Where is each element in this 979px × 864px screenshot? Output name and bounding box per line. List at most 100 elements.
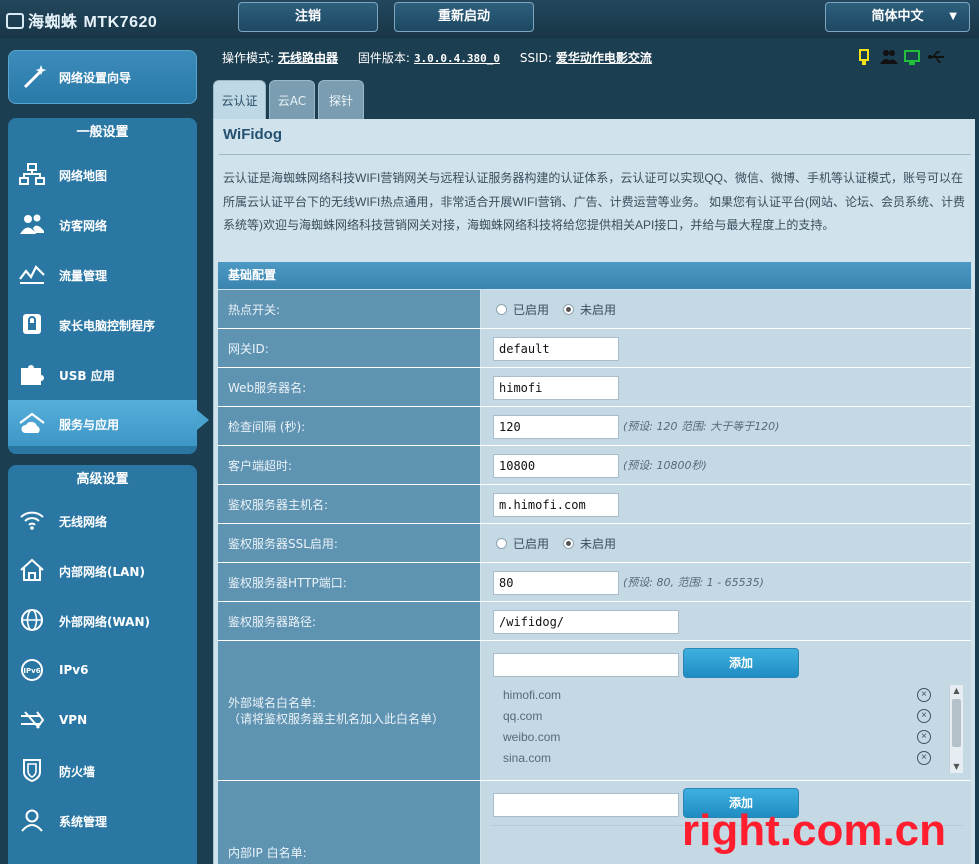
magic-wand-icon xyxy=(21,63,49,91)
puzzle-icon xyxy=(18,362,46,386)
auth-host-label: 鉴权服务器主机名: xyxy=(218,485,480,523)
check-interval-field: 120 (预设: 120 范围: 大于等于120) xyxy=(481,407,971,445)
sidebar-item-services[interactable]: 服务与应用 xyxy=(8,400,209,446)
operation-mode-label: 操作模式: xyxy=(222,51,275,65)
sidebar-item-wan[interactable]: 外部网络(WAN) xyxy=(8,600,197,640)
check-interval-label: 检查间隔 (秒): xyxy=(218,407,480,445)
auth-host-field: m.himofi.com xyxy=(481,485,971,523)
network-map-icon xyxy=(18,162,46,186)
delete-icon[interactable]: × xyxy=(917,730,931,744)
radio-button[interactable] xyxy=(563,303,575,315)
model-name: MTK7620 xyxy=(83,14,158,31)
ip-whitelist-label: 内部IP 白名单: xyxy=(218,781,480,864)
option-label: 已启用 xyxy=(513,536,550,551)
domain-whitelist-field: 添加 himofi.com × qq.com × weibo.com × sina.c… xyxy=(481,641,971,780)
radio-button[interactable] xyxy=(496,537,507,549)
tab-bar: 云认证 云AC 探针 xyxy=(213,80,364,120)
domain-whitelist-input[interactable] xyxy=(493,653,679,677)
domain-entry: qq.com xyxy=(503,709,543,723)
hotspot-row: 热点开关: 已启用 未启用 xyxy=(218,290,971,329)
sidebar-item-traffic-management[interactable]: 流量管理 xyxy=(8,254,197,294)
radio-button[interactable] xyxy=(496,303,507,315)
scroll-thumb[interactable] xyxy=(952,699,961,747)
sidebar-item-parental-control[interactable]: 家长电脑控制程序 xyxy=(8,304,197,344)
main-content: WiFidog 云认证是海蜘蛛网络科技WIFI营销网关与远程认证服务器构建的认证… xyxy=(213,119,975,864)
auth-port-input[interactable]: 80 xyxy=(493,571,619,595)
sidebar-item-ipv6[interactable]: IPv6 IPv6 xyxy=(8,650,197,690)
network-setup-wizard-button[interactable]: 网络设置向导 xyxy=(8,50,197,104)
auth-path-field: /wifidog/ xyxy=(481,602,971,640)
auth-ssl-enabled-option[interactable]: 已启用 xyxy=(496,535,549,552)
client-timeout-input[interactable]: 10800 xyxy=(493,454,619,478)
domain-entry: himofi.com xyxy=(503,688,562,702)
tab-cloud-auth[interactable]: 云认证 xyxy=(213,80,266,120)
auth-port-hint: (预设: 80, 范围: 1 - 65535) xyxy=(623,576,764,589)
ssid-link[interactable]: 爱华动作电影交流 xyxy=(556,51,652,65)
option-label: 已启用 xyxy=(513,302,550,317)
general-settings-title: 一般设置 xyxy=(76,125,129,140)
firmware-label: 固件版本: xyxy=(357,51,410,65)
scroll-up-icon[interactable]: ▲ xyxy=(950,685,963,697)
radio-button[interactable] xyxy=(563,537,575,549)
scroll-down-icon[interactable]: ▼ xyxy=(950,761,963,773)
security-status-icon[interactable] xyxy=(856,48,872,66)
brand-mark-icon xyxy=(6,13,24,29)
gateway-id-input[interactable]: default xyxy=(493,337,619,361)
parental-lock-icon xyxy=(18,312,46,336)
sidebar-item-vpn[interactable]: VPN xyxy=(8,700,197,740)
option-label: 未启用 xyxy=(580,302,617,317)
web-server-name-field: himofi xyxy=(481,368,971,406)
delete-icon[interactable]: × xyxy=(917,709,931,723)
auth-path-row: 鉴权服务器路径: /wifidog/ xyxy=(218,602,971,641)
auth-path-input[interactable]: /wifidog/ xyxy=(493,610,679,634)
sidebar-item-label: VPN xyxy=(59,713,88,727)
delete-icon[interactable]: × xyxy=(917,688,931,702)
hotspot-enabled-option[interactable]: 已启用 xyxy=(496,301,549,318)
section-header: 基础配置 xyxy=(218,262,971,289)
usb-status-icon[interactable] xyxy=(928,48,944,66)
delete-icon[interactable]: × xyxy=(917,751,931,765)
reboot-button[interactable]: 重新启动 xyxy=(394,2,534,32)
sidebar-item-guest-network[interactable]: 访客网络 xyxy=(8,204,197,244)
sidebar-item-usb[interactable]: USB 应用 xyxy=(8,354,197,394)
wizard-label: 网络设置向导 xyxy=(59,71,132,85)
tab-cloud-ac[interactable]: 云AC xyxy=(269,80,315,120)
auth-host-input[interactable]: m.himofi.com xyxy=(493,493,619,517)
tab-probe[interactable]: 探针 xyxy=(318,80,364,120)
sidebar-item-system-admin[interactable]: 系统管理 xyxy=(8,800,197,840)
sidebar-item-label: 防火墙 xyxy=(59,765,96,779)
user-admin-icon xyxy=(18,808,46,832)
advanced-settings-panel: 高级设置 无线网络 内部网络(LAN) 外部网络(WAN) IPv6 IPv6 … xyxy=(8,465,197,864)
hotspot-radio-group: 已启用 未启用 xyxy=(496,290,630,328)
general-settings-panel: 一般设置 网络地图 访客网络 流量管理 家长电脑控制程序 USB 应用 服务与应… xyxy=(8,118,209,454)
language-select[interactable]: 简体中文 ▼ xyxy=(825,2,970,32)
ip-whitelist-input[interactable] xyxy=(493,793,679,817)
logout-button[interactable]: 注销 xyxy=(238,2,378,32)
brand-name: 海蜘蛛 xyxy=(28,14,78,31)
gateway-id-field: default xyxy=(481,329,971,367)
list-item: qq.com × xyxy=(491,706,931,727)
network-status-icon[interactable] xyxy=(904,48,920,66)
domain-whitelist-list: himofi.com × qq.com × weibo.com × sina.com ×… xyxy=(491,685,963,773)
auth-ssl-disabled-option[interactable]: 未启用 xyxy=(563,535,616,552)
sidebar-item-lan[interactable]: 内部网络(LAN) xyxy=(8,550,197,590)
sidebar-item-network-map[interactable]: 网络地图 xyxy=(8,154,197,194)
check-interval-input[interactable]: 120 xyxy=(493,415,619,439)
sidebar-item-label: USB 应用 xyxy=(59,369,115,383)
sidebar-item-label: 家长电脑控制程序 xyxy=(59,319,156,333)
sidebar-item-wireless[interactable]: 无线网络 xyxy=(8,500,197,540)
auth-port-field: 80 (预设: 80, 范围: 1 - 65535) xyxy=(481,563,971,601)
traffic-icon xyxy=(18,262,46,286)
domain-whitelist-add-button[interactable]: 添加 xyxy=(683,648,799,678)
auth-ssl-label: 鉴权服务器SSL启用: xyxy=(218,524,480,562)
operation-mode-link[interactable]: 无线路由器 xyxy=(278,51,338,65)
auth-host-row: 鉴权服务器主机名: m.himofi.com xyxy=(218,485,971,524)
list-scrollbar[interactable]: ▲ ▼ xyxy=(949,685,963,773)
domain-whitelist-row: 外部域名白名单: （请将鉴权服务器主机名加入此白名单） 添加 himofi.co… xyxy=(218,641,971,781)
web-server-name-input[interactable]: himofi xyxy=(493,376,619,400)
clients-status-icon[interactable] xyxy=(880,48,898,66)
hotspot-disabled-option[interactable]: 未启用 xyxy=(563,301,616,318)
firmware-link[interactable]: 3.0.0.4.380_0 xyxy=(414,52,500,65)
sidebar-item-firewall[interactable]: 防火墙 xyxy=(8,750,197,790)
status-info-bar: 操作模式: 无线路由器 固件版本: 3.0.0.4.380_0 SSID: 爱华动作电… xyxy=(222,49,668,66)
